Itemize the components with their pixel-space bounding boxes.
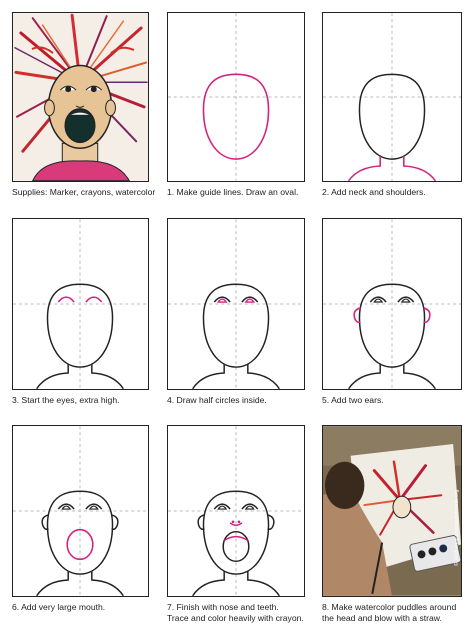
caption-step-2: 2. Add neck and shoulders. xyxy=(322,187,426,197)
caption-step-3: 3. Start the eyes, extra high. xyxy=(12,395,120,405)
caption-supplies: Supplies: Marker, crayons, watercolor xyxy=(12,187,156,197)
caption-step-4: 4. Draw half circles inside. xyxy=(167,395,267,405)
step-3-drawing xyxy=(13,219,148,389)
step-6-drawing xyxy=(13,426,148,596)
caption-step-7-line-1: 7. Finish with nose and teeth. xyxy=(167,602,279,612)
step-2-drawing xyxy=(323,13,461,181)
caption-step-5: 5. Add two ears. xyxy=(322,395,384,405)
caption-step-8-line-2: the head and blow with a straw. xyxy=(322,613,442,623)
step-7-panel xyxy=(167,425,305,597)
step-1-drawing xyxy=(168,13,304,181)
step-2-panel xyxy=(322,12,462,182)
step-8-photo-panel: © 2018 www.artprojectsforkids.org xyxy=(322,425,462,597)
step-3-panel xyxy=(12,218,149,390)
step-6-panel xyxy=(12,425,149,597)
step-5-panel xyxy=(322,218,462,390)
copyright-text: © 2018 www.artprojectsforkids.org xyxy=(454,489,460,566)
step-5-drawing xyxy=(323,219,461,389)
finished-artwork-image xyxy=(13,13,148,181)
step-7-drawing xyxy=(168,426,304,596)
step-4-drawing xyxy=(168,219,304,389)
finished-artwork-panel xyxy=(12,12,149,182)
caption-step-8-line-1: 8. Make watercolor puddles around xyxy=(322,602,457,612)
step-8-photo xyxy=(323,426,461,596)
step-1-panel xyxy=(167,12,305,182)
caption-step-1: 1. Make guide lines. Draw an oval. xyxy=(167,187,299,197)
step-4-panel xyxy=(167,218,305,390)
caption-step-6: 6. Add very large mouth. xyxy=(12,602,106,612)
caption-step-7-line-2: Trace and color heavily with crayon. xyxy=(167,613,304,623)
